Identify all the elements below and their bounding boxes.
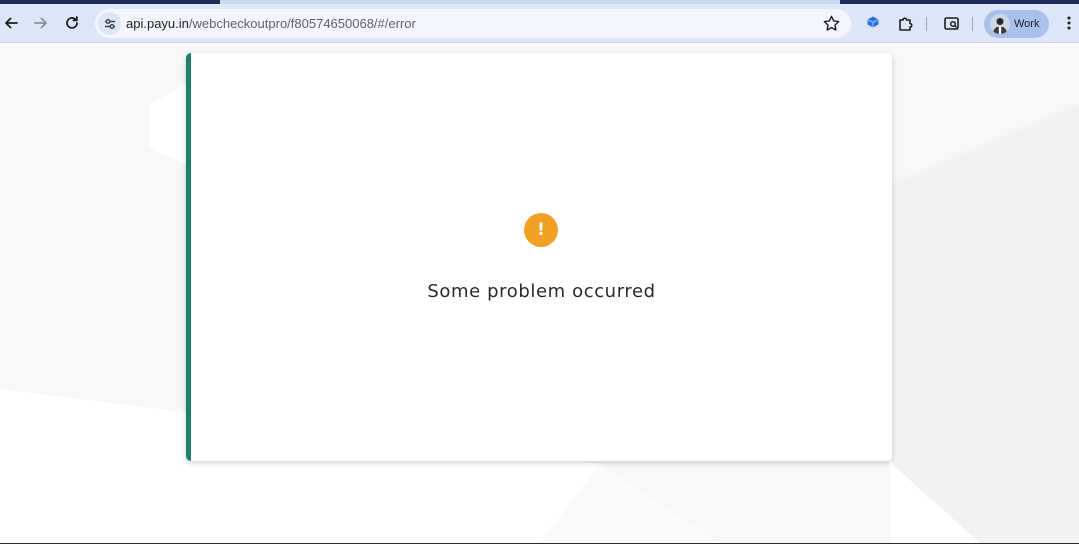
extension-button[interactable] [858,8,888,38]
puzzle-icon [898,16,913,31]
arrow-left-icon [5,17,18,29]
tune-icon [104,18,115,29]
arrow-right-icon [34,17,47,29]
forward-button[interactable] [26,8,56,38]
more-vert-icon [1067,16,1071,30]
reload-button[interactable] [57,8,87,38]
error-card: ! Some problem occurred [186,53,892,461]
extension-cube-icon [867,16,879,28]
site-info-button[interactable] [98,12,121,35]
extensions-menu-button[interactable] [890,8,920,38]
tab-search-icon [943,16,959,30]
profile-button[interactable]: Work [984,10,1049,38]
address-bar[interactable]: api.payu.in/webcheckoutpro/f80574650068/… [95,9,851,38]
tab-search-button[interactable] [936,8,966,38]
back-button[interactable] [0,8,26,38]
profile-avatar [990,14,1010,34]
reload-icon [66,16,78,29]
profile-label: Work [1014,18,1040,30]
browser-toolbar: api.payu.in/webcheckoutpro/f80574650068/… [0,4,1079,43]
toolbar-separator [926,17,927,31]
error-message: Some problem occurred [427,281,656,302]
url-text[interactable]: api.payu.in/webcheckoutpro/f80574650068/… [126,9,416,38]
url-host: api.payu.in [126,16,189,31]
star-icon[interactable] [822,14,841,33]
page-viewport: ! Some problem occurred [0,44,1079,543]
toolbar-separator [972,17,973,31]
warning-glyph: ! [537,219,545,240]
warning-icon: ! [524,213,558,247]
url-path: /webcheckoutpro/f80574650068/#/error [188,16,416,31]
browser-menu-button[interactable] [1054,8,1079,38]
